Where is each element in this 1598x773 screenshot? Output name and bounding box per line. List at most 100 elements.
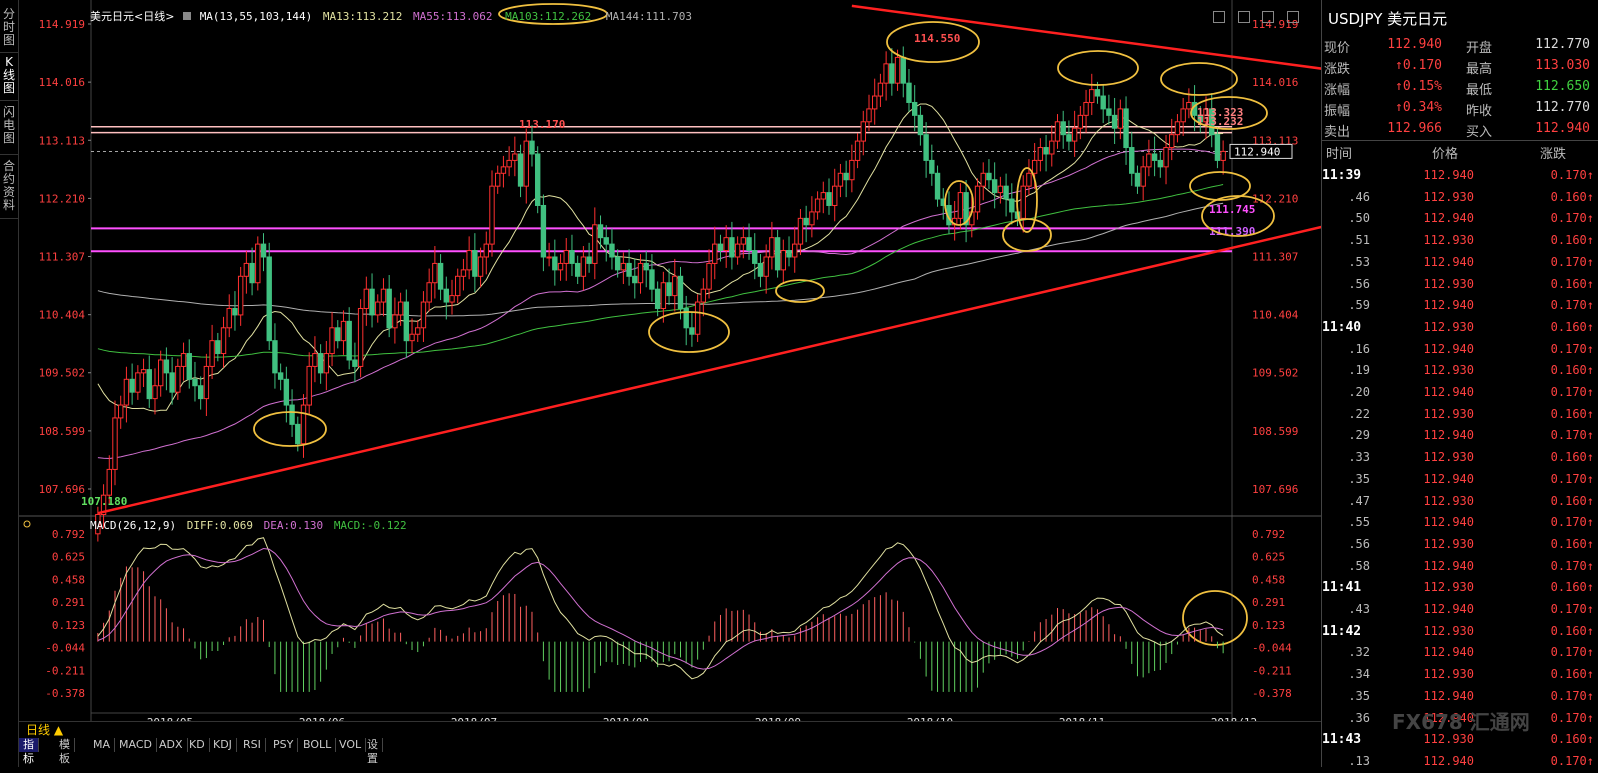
candle-body	[1174, 121, 1181, 136]
tick-price: 112.930	[1423, 189, 1474, 204]
tick-price: 112.930	[1423, 450, 1474, 465]
tick-row[interactable]: 11:40 112.930 0.160↑	[1322, 317, 1598, 339]
candle-body	[911, 101, 918, 116]
candle-body	[1163, 147, 1169, 168]
tab-contract-info[interactable]: 合约资料	[0, 160, 18, 219]
tick-row[interactable]: .47 112.930 0.160↑	[1322, 491, 1598, 513]
candle-body	[289, 404, 295, 425]
tick-row[interactable]: .53 112.940 0.170↑	[1322, 252, 1598, 274]
candle-body	[112, 417, 118, 470]
indicator-button-4[interactable]: ADX	[155, 738, 188, 752]
indicator-button-2[interactable]: MA	[89, 738, 116, 752]
macd-y-tick-right: 0.792	[1252, 528, 1285, 541]
macd-y-tick-right: 0.458	[1252, 573, 1285, 586]
indicator-button-1[interactable]: 模板	[55, 738, 75, 765]
candle-body	[118, 404, 124, 419]
tick-price: 112.930	[1423, 406, 1474, 421]
indicator-button-5[interactable]: KD	[185, 738, 210, 752]
candle-body	[215, 340, 221, 355]
tick-row[interactable]: .16 112.940 0.170↑	[1322, 339, 1598, 361]
tick-row[interactable]: .51 112.930 0.160↑	[1322, 230, 1598, 252]
candle-body	[574, 262, 581, 277]
candle-body	[1089, 89, 1095, 103]
indicator-button-3[interactable]: MACD	[115, 738, 157, 752]
indicator-button-7[interactable]: RSI	[239, 738, 266, 752]
tick-time: .35	[1348, 471, 1370, 486]
y-tick-label-left: 108.599	[39, 425, 85, 438]
chart-icon[interactable]	[1213, 11, 1225, 23]
y-tick-label-right: 108.599	[1252, 425, 1298, 438]
tick-row[interactable]: .43 112.940 0.170↑	[1322, 599, 1598, 621]
tick-row[interactable]: .35 112.940 0.170↑	[1322, 686, 1598, 708]
indicator-button-11[interactable]: 设置	[363, 738, 383, 765]
tick-row[interactable]: .32 112.940 0.170↑	[1322, 642, 1598, 664]
chart-area[interactable]: 114.919 114.919 114.016 114.016 113.113 113.1…	[19, 0, 1455, 767]
tick-row[interactable]: .55 112.940 0.170↑	[1322, 512, 1598, 534]
tick-row[interactable]: .19 112.930 0.160↑	[1322, 360, 1598, 382]
y-tick-label-right: 111.307	[1252, 251, 1298, 264]
layout-icon[interactable]	[1237, 11, 1250, 23]
ma103-value: MA103:112.262	[505, 10, 592, 23]
indicator-button-8[interactable]: PSY	[269, 738, 299, 752]
candle-body	[980, 172, 986, 187]
tick-row[interactable]: .56 112.930 0.160↑	[1322, 534, 1598, 556]
indicator-button-9[interactable]: BOLL	[299, 738, 337, 752]
tab-lightning[interactable]: 闪电图	[0, 106, 18, 155]
candle-body	[620, 262, 627, 271]
tick-row[interactable]: .50 112.940 0.170↑	[1322, 208, 1598, 230]
restore-icon[interactable]	[1262, 11, 1275, 23]
tick-price: 112.940	[1423, 341, 1474, 356]
tick-time: .22	[1348, 406, 1370, 421]
quote-value: ↑0.170	[1395, 58, 1442, 73]
tick-row[interactable]: .56 112.930 0.160↑	[1322, 274, 1598, 296]
candle-body	[1129, 147, 1135, 174]
tick-row[interactable]: .20 112.940 0.170↑	[1322, 382, 1598, 404]
kline-chart[interactable]: 114.919 114.919114.016 114.016113.113 113.1…	[19, 0, 1455, 767]
tick-row[interactable]: .58 112.940 0.170↑	[1322, 556, 1598, 578]
indicator-button-10[interactable]: VOL	[335, 738, 367, 752]
tick-row[interactable]: .22 112.930 0.160↑	[1322, 404, 1598, 426]
tick-row[interactable]: .35 112.940 0.170↑	[1322, 469, 1598, 491]
tick-row[interactable]: 11:41 112.930 0.160↑	[1322, 577, 1598, 599]
quote-value: 113.030	[1535, 58, 1590, 73]
candle-body	[209, 340, 215, 367]
candle-body	[597, 224, 604, 239]
quote-panel: USDJPY 美元日元 现价 112.940 开盘 112.770 涨跌 ↑0.170 最高…	[1321, 0, 1598, 768]
candle-body	[1169, 134, 1175, 149]
candle-body	[443, 288, 449, 303]
macd-y-tick-right: -0.044	[1252, 642, 1292, 655]
candle-body	[609, 243, 615, 258]
tab-kline[interactable]: K线图	[0, 56, 18, 101]
candle-body	[352, 359, 358, 367]
tick-row[interactable]: 11:39 112.940 0.170↑	[1322, 165, 1598, 187]
tick-row[interactable]: .29 112.940 0.170↑	[1322, 425, 1598, 447]
candle-body	[757, 262, 764, 277]
maximize-icon[interactable]	[1286, 11, 1299, 23]
candle-body	[866, 108, 872, 123]
tick-row[interactable]: .34 112.930 0.160↑	[1322, 664, 1598, 686]
tick-row[interactable]: .33 112.930 0.160↑	[1322, 447, 1598, 469]
tick-row[interactable]: .59 112.940 0.170↑	[1322, 295, 1598, 317]
tab-time-share[interactable]: 分时图	[0, 8, 18, 53]
period-selector[interactable]: 日线 ▲	[26, 721, 63, 738]
tick-price: 112.940	[1423, 515, 1474, 530]
indicator-button-0[interactable]: 指标	[19, 738, 39, 765]
y-tick-label-right: 107.696	[1252, 483, 1298, 496]
quote-value: ↑0.34%	[1395, 100, 1442, 115]
tick-row[interactable]: .13 112.940 0.170↑	[1322, 751, 1598, 773]
candle-body	[1049, 140, 1055, 155]
candle-body	[437, 262, 444, 290]
candle-body	[1123, 108, 1129, 149]
tick-row[interactable]: .46 112.930 0.160↑	[1322, 187, 1598, 209]
macd-y-tick-right: 0.625	[1252, 551, 1285, 564]
tick-row[interactable]: 11:42 112.930 0.160↑	[1322, 621, 1598, 643]
tick-change: 0.160↑	[1550, 276, 1594, 291]
indicator-button-6[interactable]: KDJ	[209, 738, 237, 752]
quote-label: 昨收	[1466, 104, 1493, 119]
candle-body	[592, 224, 598, 264]
macd-params: MACD(26,12,9)	[90, 519, 177, 532]
candle-body	[237, 275, 244, 316]
quote-label: 开盘	[1466, 41, 1493, 56]
tick-time: .53	[1348, 254, 1370, 269]
header-time: 时间	[1326, 147, 1353, 162]
